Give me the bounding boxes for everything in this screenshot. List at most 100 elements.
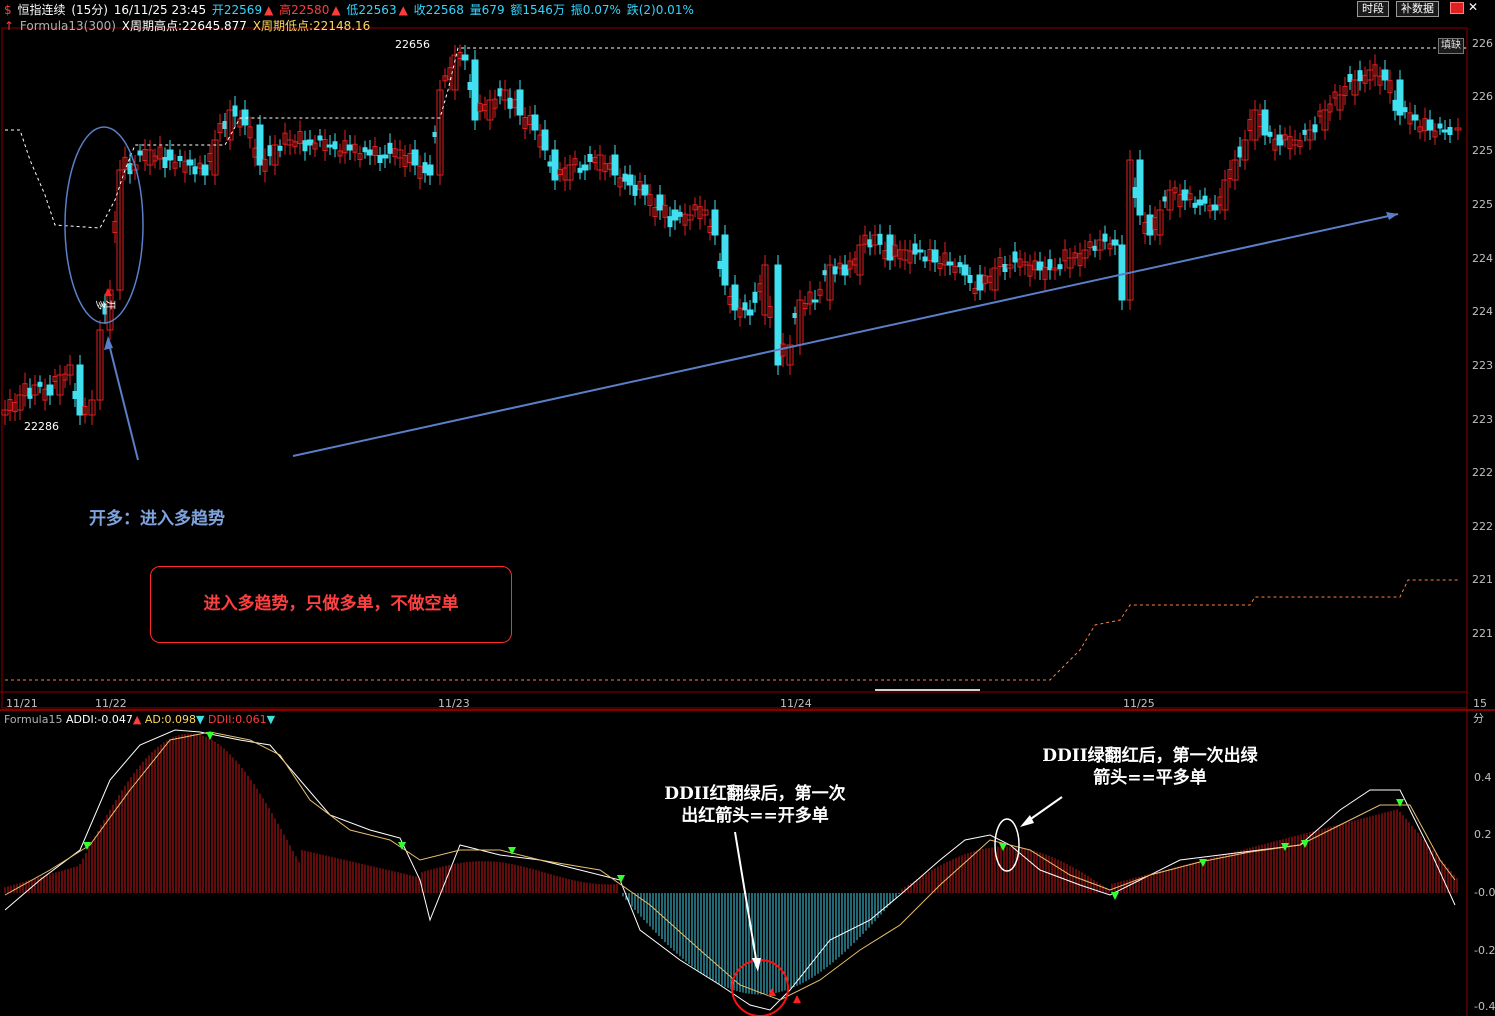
candle-body xyxy=(346,144,354,151)
annotation-red-to-green: DDII红翻绿后，第一次 出红箭头==开多单 xyxy=(650,783,860,827)
close-panel-icon[interactable]: ✕ xyxy=(1468,0,1478,14)
sell-signal-arrow-icon xyxy=(1199,859,1207,867)
price-axis-label: 225 xyxy=(1472,144,1493,157)
candle-body xyxy=(46,384,54,396)
candle-body xyxy=(1192,202,1198,208)
candle-body xyxy=(1237,146,1243,158)
candle-body xyxy=(302,140,308,152)
candle-body xyxy=(717,261,723,269)
candle-body xyxy=(177,156,183,161)
candle-body xyxy=(1012,251,1018,263)
period-high-marker: 22656 xyxy=(395,38,430,51)
period-tag: 15分 xyxy=(1473,697,1487,725)
addi-value: ADDI:-0.047 xyxy=(65,713,133,726)
price-axis-label: 224 xyxy=(1472,252,1493,265)
candle-body xyxy=(641,184,649,196)
candle-body xyxy=(931,249,939,263)
candle-body xyxy=(127,163,133,175)
candle-body xyxy=(1276,134,1284,146)
amount-value: 额1546万 xyxy=(510,3,565,17)
annotation-line-2: 箭头==平多单 xyxy=(1093,768,1207,788)
annotation-arrow-head xyxy=(1020,815,1034,827)
price-axis-label: 224 xyxy=(1472,305,1493,318)
candle-body xyxy=(362,147,368,153)
indicator-name: Formula15 xyxy=(4,713,63,726)
up-arrow-icon: ▲ xyxy=(264,3,274,17)
candle-body xyxy=(731,284,739,311)
candle-body xyxy=(1002,264,1008,272)
sell-signal-arrow-icon xyxy=(1111,892,1119,900)
candle-body xyxy=(886,234,894,261)
candle-body xyxy=(541,129,549,151)
candle-body xyxy=(1136,159,1144,216)
candle-body xyxy=(1036,261,1044,271)
buy-arrow-icon xyxy=(104,288,112,296)
candle-body xyxy=(192,166,198,175)
buy-signal-arrow-icon xyxy=(793,995,801,1003)
candle-body xyxy=(1392,99,1398,111)
up-arrow-icon: ▲ xyxy=(398,3,408,17)
candle-body xyxy=(946,261,954,266)
candle-body xyxy=(1411,114,1419,121)
candle-body xyxy=(422,162,428,174)
candle-body xyxy=(922,256,928,262)
candle-body xyxy=(832,266,838,275)
candle-body xyxy=(1261,109,1269,136)
sell-signal-arrow-icon xyxy=(206,732,214,740)
candle-body xyxy=(317,135,323,141)
candle-body xyxy=(366,149,374,156)
candle-body xyxy=(332,141,338,150)
trendline-arrow xyxy=(1386,212,1398,220)
candle-body xyxy=(306,139,314,146)
candle-body xyxy=(976,274,984,291)
price-axis-label: 221 xyxy=(1472,573,1493,586)
candle-body xyxy=(792,313,798,318)
candle-body xyxy=(1102,233,1108,242)
candle-body xyxy=(961,264,969,276)
period-low-label: X周期低点:22148.16 xyxy=(252,19,371,33)
candle-body xyxy=(222,121,228,129)
candle-body xyxy=(916,249,924,253)
candle-body xyxy=(1047,259,1053,271)
candle-body xyxy=(1357,70,1363,82)
candle-body xyxy=(711,209,719,236)
candle-body xyxy=(671,209,679,221)
candle-body xyxy=(1396,79,1404,116)
candle-body xyxy=(1426,119,1434,131)
candle-body xyxy=(277,145,283,151)
candle-body xyxy=(1437,123,1443,129)
candle-body xyxy=(432,132,438,137)
candle-body xyxy=(1211,204,1219,211)
candle-body xyxy=(37,381,43,387)
candle-body xyxy=(581,164,589,171)
candle-body xyxy=(232,105,238,117)
datetime: 16/11/25 23:45 xyxy=(113,3,207,17)
fill-gap-button[interactable]: 填缺 xyxy=(1438,38,1464,54)
time-segment-button[interactable]: 时段 xyxy=(1357,1,1389,17)
supplement-data-button[interactable]: 补数据 xyxy=(1396,1,1439,17)
symbol-name: 恒指连续 xyxy=(17,3,66,17)
candle-body xyxy=(76,364,84,416)
date-axis-label: 11/22 xyxy=(95,697,127,710)
candle-body xyxy=(497,88,503,97)
volume-value: 量679 xyxy=(469,3,505,17)
candle-body xyxy=(811,299,819,303)
indicator-axis-label: 0.4 xyxy=(1474,771,1492,784)
flag-icon[interactable] xyxy=(1450,2,1464,14)
candle-body xyxy=(162,157,168,168)
high-value: 高22580 xyxy=(279,3,330,17)
date-axis-label: 11/24 xyxy=(780,697,812,710)
candle-body xyxy=(166,149,174,161)
annotation-arrow-head xyxy=(752,958,761,972)
annotation-line-1: DDII绿翻红后，第一次出绿 xyxy=(1042,746,1258,766)
candle-body xyxy=(377,155,383,163)
candle-body xyxy=(267,145,273,157)
candle-body xyxy=(551,149,559,181)
price-axis-label: 226 xyxy=(1472,37,1493,50)
candle-body xyxy=(411,149,419,166)
open-long-tag: 开多 xyxy=(94,300,115,310)
sell-signal-arrow-icon xyxy=(1396,799,1404,807)
annotation-green-to-red: DDII绿翻红后，第一次出绿 箭头==平多单 xyxy=(1020,745,1280,789)
trend-rule-box: 进入多趋势，只做多单，不做空单 xyxy=(150,566,512,643)
candle-body xyxy=(1118,244,1126,301)
